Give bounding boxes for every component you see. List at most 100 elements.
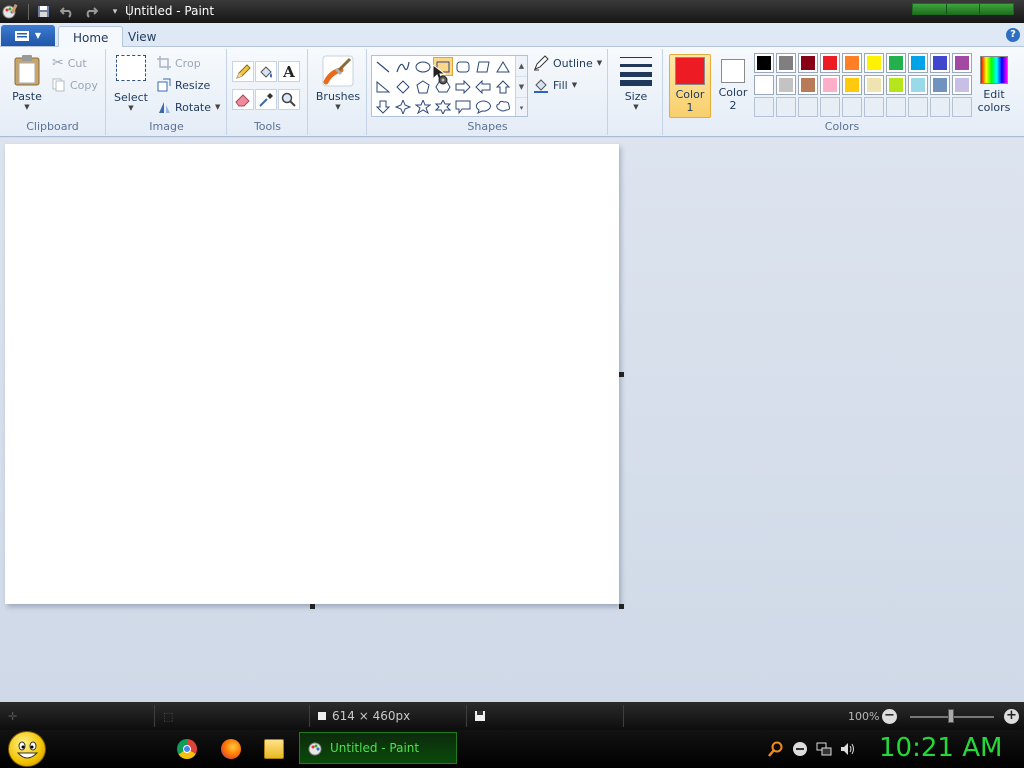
diamond-shape[interactable]: [393, 77, 413, 96]
palette-swatch[interactable]: [886, 75, 906, 95]
fill-button[interactable]: Fill ▼: [533, 76, 577, 94]
custom-color-slot[interactable]: [776, 97, 796, 117]
six-point-star-shape[interactable]: [433, 97, 453, 116]
drawing-canvas[interactable]: [5, 144, 619, 604]
search-icon[interactable]: [768, 741, 784, 757]
palette-swatch[interactable]: [886, 53, 906, 73]
maximize-button[interactable]: [947, 4, 981, 14]
color-picker-tool[interactable]: [255, 89, 277, 110]
up-arrow-shape[interactable]: [493, 77, 513, 96]
custom-color-slot[interactable]: [952, 97, 972, 117]
edit-colors-button[interactable]: Edit colors: [972, 54, 1016, 118]
zoom-in-button[interactable]: +: [1004, 709, 1019, 724]
resize-button[interactable]: Resize: [157, 76, 210, 94]
oval-callout-shape[interactable]: [473, 97, 493, 116]
cloud-callout-shape[interactable]: [493, 97, 513, 116]
custom-color-slot[interactable]: [842, 97, 862, 117]
custom-color-slot[interactable]: [798, 97, 818, 117]
gallery-expand-icon[interactable]: ▾: [516, 98, 527, 118]
gallery-scroll-up-icon[interactable]: ▲: [516, 56, 527, 77]
rectangle-callout-shape[interactable]: [453, 97, 473, 116]
color1-button[interactable]: Color 1: [669, 54, 711, 118]
palette-swatch[interactable]: [864, 53, 884, 73]
eraser-tool[interactable]: [232, 89, 254, 110]
minimize-button[interactable]: [913, 4, 947, 14]
cut-button[interactable]: ✂ Cut: [52, 54, 87, 72]
canvas-resize-handle-right[interactable]: [619, 372, 624, 377]
palette-swatch[interactable]: [908, 75, 928, 95]
size-button[interactable]: Size ▼: [615, 54, 657, 111]
palette-swatch[interactable]: [908, 53, 928, 73]
custom-color-slot[interactable]: [908, 97, 928, 117]
brushes-button[interactable]: Brushes ▼: [313, 54, 363, 111]
save-icon[interactable]: [33, 3, 53, 21]
undo-icon[interactable]: [57, 3, 77, 21]
palette-swatch[interactable]: [952, 75, 972, 95]
down-arrow-shape[interactable]: [373, 97, 393, 116]
triangle-shape[interactable]: [493, 57, 513, 76]
palette-swatch[interactable]: [864, 75, 884, 95]
right-arrow-shape[interactable]: [453, 77, 473, 96]
paste-button[interactable]: Paste ▼: [10, 54, 44, 111]
select-button[interactable]: Select ▼: [113, 55, 149, 112]
taskbar-paint-window[interactable]: Untitled - Paint: [299, 732, 457, 764]
text-tool[interactable]: A: [278, 61, 300, 82]
outline-button[interactable]: Outline ▼: [533, 54, 602, 72]
custom-color-slot[interactable]: [930, 97, 950, 117]
file-explorer-icon[interactable]: [264, 739, 284, 759]
customize-qat-icon[interactable]: ▾: [105, 3, 125, 21]
palette-swatch[interactable]: [842, 75, 862, 95]
palette-swatch[interactable]: [952, 53, 972, 73]
curve-shape[interactable]: [393, 57, 413, 76]
redo-icon[interactable]: [81, 3, 101, 21]
oval-shape[interactable]: [413, 57, 433, 76]
palette-swatch[interactable]: [798, 75, 818, 95]
zoom-out-button[interactable]: −: [882, 709, 897, 724]
four-point-star-shape[interactable]: [393, 97, 413, 116]
five-point-star-shape[interactable]: [413, 97, 433, 116]
copy-button[interactable]: Copy: [52, 76, 98, 94]
palette-swatch[interactable]: [776, 53, 796, 73]
tab-view[interactable]: View: [114, 26, 170, 47]
close-button[interactable]: [980, 4, 1013, 14]
palette-swatch[interactable]: [930, 53, 950, 73]
taskbar-clock[interactable]: 10:21 AM: [879, 733, 1002, 763]
network-icon[interactable]: [816, 741, 832, 757]
custom-color-slot[interactable]: [754, 97, 774, 117]
palette-swatch[interactable]: [754, 53, 774, 73]
custom-color-slot[interactable]: [820, 97, 840, 117]
right-triangle-shape[interactable]: [373, 77, 393, 96]
firefox-icon[interactable]: [221, 739, 241, 759]
fill-tool[interactable]: [255, 61, 277, 82]
palette-swatch[interactable]: [754, 75, 774, 95]
custom-color-slot[interactable]: [886, 97, 906, 117]
left-arrow-shape[interactable]: [473, 77, 493, 96]
palette-swatch[interactable]: [842, 53, 862, 73]
minus-circle-icon[interactable]: [792, 741, 808, 757]
palette-swatch[interactable]: [776, 75, 796, 95]
pencil-tool[interactable]: [232, 61, 254, 82]
palette-swatch[interactable]: [930, 75, 950, 95]
canvas-resize-handle-bottom[interactable]: [310, 604, 315, 609]
gallery-scroll-down-icon[interactable]: ▼: [516, 77, 527, 98]
polygon-shape[interactable]: [473, 57, 493, 76]
volume-icon[interactable]: [840, 741, 856, 757]
crop-button[interactable]: Crop: [157, 54, 201, 72]
custom-color-slot[interactable]: [864, 97, 884, 117]
help-icon[interactable]: ?: [1006, 28, 1020, 42]
palette-swatch[interactable]: [820, 75, 840, 95]
line-shape[interactable]: [373, 57, 393, 76]
rounded-rectangle-shape[interactable]: [453, 57, 473, 76]
color2-button[interactable]: Color 2: [712, 54, 754, 118]
start-button[interactable]: [8, 731, 46, 767]
zoom-slider-thumb[interactable]: [948, 709, 954, 723]
paint-app-icon[interactable]: [2, 3, 18, 19]
magnifier-tool[interactable]: [278, 89, 300, 110]
pentagon-shape[interactable]: [413, 77, 433, 96]
chrome-icon[interactable]: [177, 739, 197, 759]
paint-menu-button[interactable]: ▼: [1, 25, 55, 46]
rotate-button[interactable]: Rotate ▼: [157, 98, 220, 116]
palette-swatch[interactable]: [798, 53, 818, 73]
palette-swatch[interactable]: [820, 53, 840, 73]
canvas-resize-handle-corner[interactable]: [619, 604, 624, 609]
